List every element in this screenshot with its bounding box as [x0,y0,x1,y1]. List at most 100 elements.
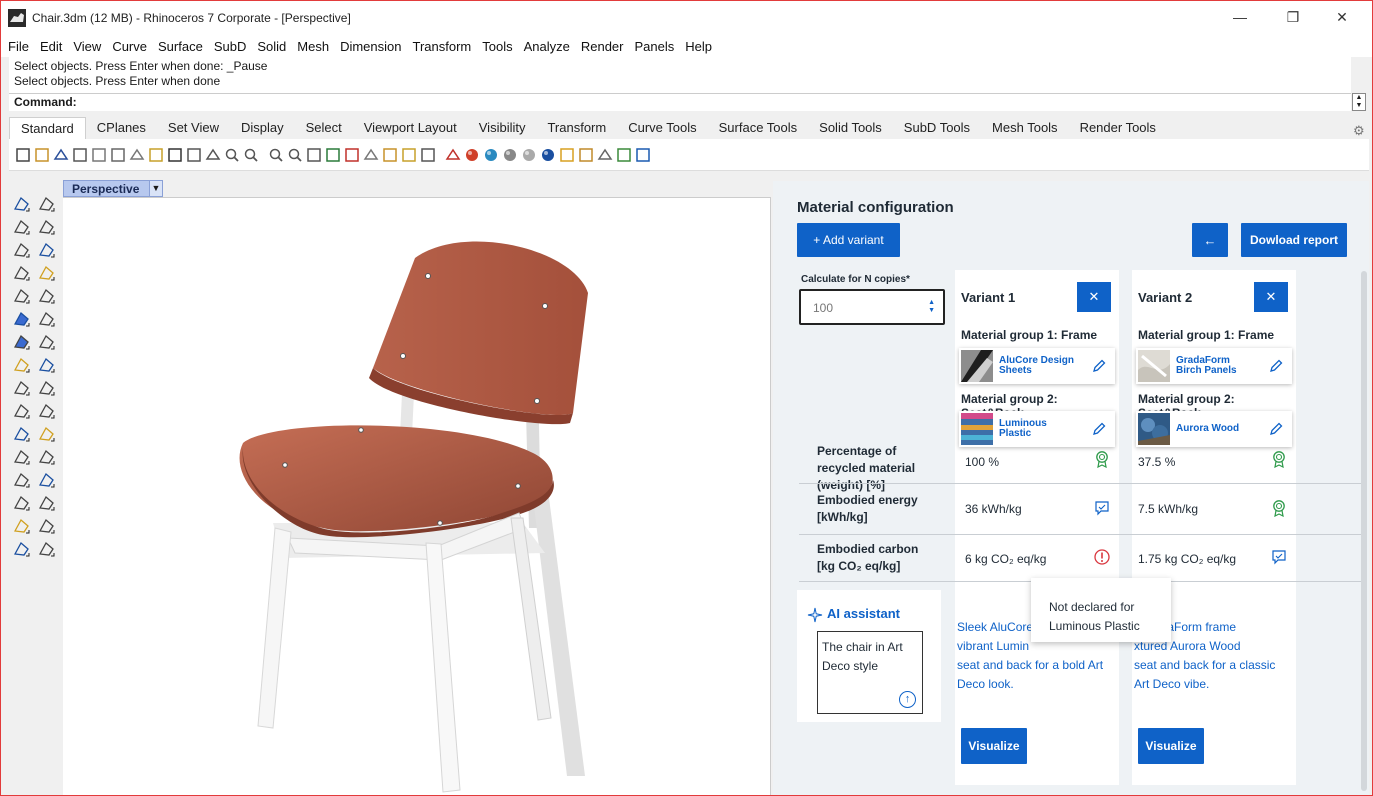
point-icon[interactable] [37,194,57,214]
pencil-icon[interactable] [1091,358,1107,374]
sphere-shade-icon[interactable] [444,146,461,163]
menu-tools[interactable]: Tools [482,39,512,54]
menu-view[interactable]: View [73,39,101,54]
tab-select[interactable]: Select [295,117,353,139]
points-icon[interactable] [381,146,398,163]
material-card[interactable]: Luminous Plastic [959,411,1115,447]
explode-icon[interactable] [37,424,57,444]
arc-icon[interactable] [12,286,32,306]
copies-input[interactable]: 100 ▲ ▼ [799,289,945,325]
award-icon[interactable] [1093,450,1111,468]
help-icon[interactable] [634,146,651,163]
lightning-icon[interactable] [37,378,57,398]
tab-curve-tools[interactable]: Curve Tools [617,117,707,139]
settings-gear-icon[interactable] [577,146,594,163]
tab-standard[interactable]: Standard [9,117,86,139]
material-card[interactable]: GradaForm Birch Panels [1136,348,1292,384]
award-icon[interactable] [1270,499,1288,517]
sphere-blue-icon[interactable] [539,146,556,163]
pencil-icon[interactable] [1268,421,1284,437]
cut-icon[interactable] [109,146,126,163]
restore-button[interactable]: ❐ [1278,7,1308,27]
back-button[interactable]: ← [1192,223,1228,257]
material-name[interactable]: GradaForm Birch Panels [1176,356,1258,376]
eye-icon[interactable] [362,146,379,163]
panel-scrollbar[interactable] [1361,271,1367,791]
tab-solid-tools[interactable]: Solid Tools [808,117,893,139]
copy-icon[interactable] [128,146,145,163]
tab-surface-tools[interactable]: Surface Tools [708,117,809,139]
fillet-icon[interactable] [37,286,57,306]
menu-file[interactable]: File [8,39,29,54]
ai-prompt-text[interactable]: The chair in Art Deco style [822,640,903,673]
tab-viewport-layout[interactable]: Viewport Layout [353,117,468,139]
circle-icon[interactable] [12,240,32,260]
new-file-icon[interactable] [14,146,31,163]
move-icon[interactable] [37,493,57,513]
material-name[interactable]: Luminous Plastic [999,419,1081,439]
viewport-menu-arrow[interactable]: ▼ [149,181,162,196]
tab-visibility[interactable]: Visibility [468,117,537,139]
array-icon[interactable] [12,493,32,513]
layout-icon[interactable] [305,146,322,163]
color-wheel-icon[interactable] [482,146,499,163]
menu-transform[interactable]: Transform [412,39,471,54]
material-card[interactable]: AluCore Design Sheets [959,348,1115,384]
box-icon[interactable] [12,332,32,352]
paste-icon[interactable] [147,146,164,163]
render-icon[interactable] [463,146,480,163]
menu-solid[interactable]: Solid [257,39,286,54]
print-icon[interactable] [71,146,88,163]
pencil-icon[interactable] [1091,421,1107,437]
remove-variant-button[interactable]: ✕ [1254,282,1288,312]
globe-icon[interactable] [615,146,632,163]
layer-icon[interactable] [12,516,32,536]
award-icon[interactable] [1270,450,1288,468]
material-card[interactable]: Aurora Wood [1136,411,1292,447]
menu-render[interactable]: Render [581,39,624,54]
open-folder-icon[interactable] [33,146,50,163]
sphere-gray-icon[interactable] [520,146,537,163]
zoom-selected-icon[interactable] [286,146,303,163]
menu-analyze[interactable]: Analyze [524,39,570,54]
dim-linear-icon[interactable] [12,447,32,467]
car-icon[interactable] [343,146,360,163]
cone-icon[interactable] [37,539,57,559]
menu-mesh[interactable]: Mesh [297,39,329,54]
visualize-button[interactable]: Visualize [1138,728,1204,764]
gear-solid-icon[interactable] [12,378,32,398]
ai-prompt-input[interactable]: The chair in Art Deco style ↑ [817,631,923,714]
curve-icon[interactable] [37,217,57,237]
zoom-extents-icon[interactable] [242,146,259,163]
split-icon[interactable] [12,401,32,421]
visualize-button[interactable]: Visualize [961,728,1027,764]
cylinder-icon[interactable] [12,355,32,375]
minimize-button[interactable]: — [1225,7,1255,27]
add-variant-button[interactable]: + Add variant [797,223,900,257]
dim-angle-icon[interactable] [37,447,57,467]
send-icon[interactable]: ↑ [899,691,916,708]
perspective-viewport[interactable] [63,197,771,795]
gear-icon[interactable]: ⚙ [1353,123,1365,139]
copies-spinner[interactable]: ▲ ▼ [928,299,935,315]
remove-variant-button[interactable]: ✕ [1077,282,1111,312]
light-icon[interactable] [400,146,417,163]
command-scroll-spinner[interactable]: ▲ ▼ [1352,93,1366,111]
extrude-icon[interactable] [37,355,57,375]
material-name[interactable]: AluCore Design Sheets [999,356,1081,376]
menu-subd[interactable]: SubD [214,39,247,54]
tab-subd-tools[interactable]: SubD Tools [893,117,981,139]
tab-transform[interactable]: Transform [536,117,617,139]
select-arrow-icon[interactable] [12,194,32,214]
save-icon[interactable] [52,146,69,163]
material-name[interactable]: Aurora Wood [1176,424,1258,434]
leader-icon[interactable] [37,470,57,490]
menu-surface[interactable]: Surface [158,39,203,54]
zoom-window-icon[interactable] [267,146,284,163]
sweep-icon[interactable] [37,309,57,329]
rotate-icon[interactable] [204,146,221,163]
group-icon[interactable] [12,424,32,444]
grid-icon[interactable] [324,146,341,163]
lock-icon[interactable] [419,146,436,163]
text-icon[interactable] [12,470,32,490]
